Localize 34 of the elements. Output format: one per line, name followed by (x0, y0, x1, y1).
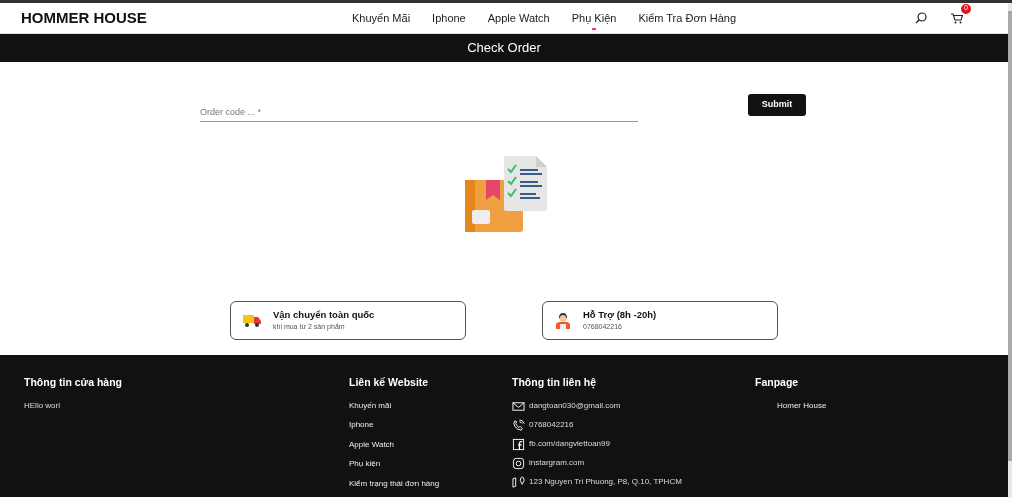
truck-icon (243, 314, 261, 327)
footer-link[interactable]: Khuyến mãi (349, 399, 512, 412)
submit-button[interactable]: Submit (748, 94, 806, 116)
contact-text[interactable]: instargram.com (529, 457, 585, 470)
fanpage-link[interactable]: Homer House (755, 399, 827, 412)
nav-link[interactable]: Apple Watch (476, 5, 561, 31)
phone-icon (512, 418, 525, 432)
scrollbar[interactable] (1008, 3, 1012, 498)
footer-link[interactable]: Kiểm trạng thái đơn hàng (349, 477, 512, 490)
support-agent-icon (555, 312, 571, 329)
nav-link[interactable]: Khuyến Mãi (341, 5, 422, 31)
brand-logo[interactable]: HOMMER HOUSE (21, 6, 341, 30)
contact-text: 0768042216 (529, 419, 574, 432)
facebook-icon (512, 437, 525, 451)
card-title: Hỗ Trợ (8h -20h) (583, 308, 657, 323)
cart-icon[interactable] (951, 12, 963, 24)
footer-heading: Liên kế Website (349, 375, 430, 390)
nav-link[interactable]: Kiểm Tra Đơn Hàng (627, 5, 748, 31)
card-title: Vận chuyển toàn quốc (273, 308, 375, 323)
nav-link[interactable]: Iphone (421, 5, 477, 31)
email-icon (512, 399, 525, 413)
page-title: Check Order (0, 34, 1008, 62)
footer-heading: Thông tin liên hệ (512, 375, 597, 391)
contact-text[interactable]: fb.com/dangviettoan99 (529, 438, 610, 451)
contact-text[interactable]: dangtoan030@gmail.com (529, 400, 621, 413)
search-icon[interactable] (915, 12, 927, 24)
footer-link[interactable]: Iphone (349, 419, 512, 432)
store-info-text: HEllo worl (24, 399, 61, 412)
footer-link[interactable]: Phụ kiện (349, 458, 512, 471)
footer-heading: Thông tin cửa hàng (24, 375, 123, 390)
footer-link[interactable]: Apple Watch (349, 438, 512, 451)
footer-heading: Fanpage (755, 375, 800, 390)
contact-text: 123 Nguyen Tri Phuong, P8, Q.10, TPHCM (529, 476, 682, 489)
instagram-icon (512, 456, 525, 470)
